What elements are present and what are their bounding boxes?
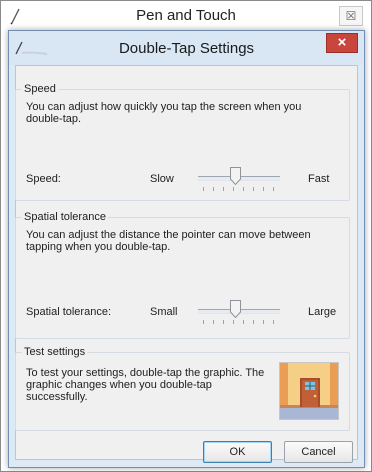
speed-slider[interactable]	[198, 166, 280, 191]
door-icon	[280, 363, 338, 419]
test-legend: Test settings	[22, 346, 88, 358]
speed-group: Speed You can adjust how quickly you tap…	[15, 83, 350, 201]
ok-button[interactable]: OK	[203, 441, 272, 463]
tolerance-max-label: Large	[308, 306, 337, 318]
speed-legend: Speed	[22, 83, 58, 95]
parent-window-title: Pen and Touch	[136, 7, 236, 24]
test-graphic[interactable]	[279, 362, 339, 420]
speed-description: You can adjust how quickly you tap the s…	[26, 101, 302, 125]
spatial-tolerance-group: Spatial tolerance You can adjust the dis…	[15, 211, 350, 339]
tolerance-slider[interactable]	[198, 299, 280, 324]
test-settings-group: Test settings To test your settings, dou…	[15, 346, 350, 431]
close-icon: ×	[337, 34, 347, 51]
speed-min-label: Slow	[150, 173, 174, 185]
tolerance-description: You can adjust the distance the pointer …	[26, 229, 311, 253]
test-description: To test your settings, double-tap the gr…	[26, 367, 265, 403]
speed-label: Speed:	[26, 173, 61, 185]
dialog-title-bar[interactable]: Double-Tap Settings ×	[9, 31, 364, 65]
parent-close-button[interactable]: ☒	[339, 6, 363, 26]
dialog-title: Double-Tap Settings	[118, 40, 255, 57]
tolerance-legend: Spatial tolerance	[22, 211, 108, 223]
speed-slider-thumb[interactable]	[230, 167, 241, 186]
speed-max-label: Fast	[308, 173, 330, 185]
tolerance-slider-ticks	[203, 320, 275, 324]
close-icon: ☒	[345, 9, 357, 23]
tolerance-slider-thumb[interactable]	[230, 300, 241, 319]
tolerance-min-label: Small	[150, 306, 178, 318]
tolerance-label: Spatial tolerance:	[26, 306, 111, 318]
parent-title-bar[interactable]: Pen and Touch ☒	[1, 1, 371, 31]
speed-slider-ticks	[203, 187, 275, 191]
cancel-button[interactable]: Cancel	[284, 441, 353, 463]
dialog-close-button[interactable]: ×	[326, 33, 358, 53]
